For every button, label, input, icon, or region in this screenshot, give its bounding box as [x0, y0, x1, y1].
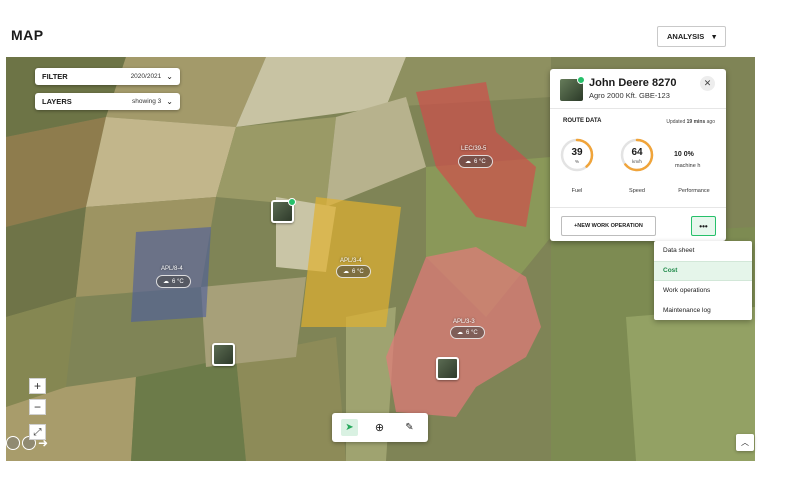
layers-label: LAYERS	[42, 97, 72, 106]
measure-tool-button[interactable]: ✎	[401, 419, 418, 436]
menu-item-work-operations[interactable]: Work operations	[654, 281, 752, 301]
vehicle-panel: John Deere 8270 Agro 2000 Kft. GBE-123 ✕…	[550, 69, 726, 241]
zoom-out-button[interactable]: −	[29, 399, 46, 415]
vehicle-thumbnail	[560, 76, 585, 101]
chevron-down-icon: ▾	[712, 32, 716, 41]
status-dot	[577, 76, 585, 84]
menu-item-cost[interactable]: Cost	[654, 260, 752, 281]
fuel-label: Fuel	[571, 188, 583, 194]
close-button[interactable]: ✕	[700, 76, 715, 91]
fuel-value: 39	[571, 147, 583, 158]
map-toolbar: ➤ ⊕ ✎	[332, 413, 428, 442]
thermometer-icon: ☁	[343, 269, 349, 275]
vehicle-marker[interactable]	[212, 343, 235, 366]
analysis-label: ANALYSIS	[667, 32, 705, 41]
performance-label: Performance	[678, 188, 710, 194]
updated-time: Updated 19 mins ago	[666, 119, 715, 125]
layers-dropdown[interactable]: LAYERS showing 3 ⌄	[35, 93, 180, 110]
divider	[550, 207, 726, 208]
menu-item-data-sheet[interactable]: Data sheet	[654, 241, 752, 261]
chevron-down-icon: ⌄	[166, 97, 173, 106]
page-title: MAP	[11, 27, 44, 43]
speed-unit: km/h	[632, 159, 642, 164]
fullscreen-button[interactable]: ⤢	[29, 424, 46, 440]
plus-circle-icon: ⊕	[374, 422, 385, 434]
fuel-gauge: 39 %	[560, 138, 594, 172]
field-temperature[interactable]: ☁ 6 °C	[336, 265, 371, 278]
select-tool-button[interactable]: ➤	[341, 419, 358, 436]
thermometer-icon: ☁	[457, 330, 463, 336]
zoom-in-button[interactable]: +	[29, 378, 46, 394]
menu-item-maintenance-log[interactable]: Maintenance log	[654, 300, 752, 320]
filter-value: 2020/2021	[130, 73, 162, 80]
fuel-unit: %	[574, 159, 579, 164]
thermometer-icon: ☁	[465, 159, 471, 165]
expand-icon: ⤢	[33, 426, 42, 438]
field-temperature[interactable]: ☁ 6 °C	[156, 275, 191, 288]
chevron-up-icon: ︿	[741, 438, 749, 447]
more-options-button[interactable]: •••	[691, 216, 716, 236]
field-label: LEC/39-5	[461, 146, 487, 152]
field-label: APL/3-4	[340, 258, 362, 264]
field-label: APL/8-4	[161, 266, 183, 272]
cursor-icon: ➤	[345, 422, 354, 433]
layers-value: showing 3	[132, 98, 162, 105]
thermometer-icon: ☁	[163, 279, 169, 285]
performance-unit: machine h	[675, 163, 701, 169]
speed-gauge: 64 km/h	[620, 138, 654, 172]
chevron-down-icon: ⌄	[166, 72, 173, 81]
vehicle-name: John Deere 8270	[589, 77, 677, 89]
filter-dropdown[interactable]: FILTER 2020/2021 ⌄	[35, 68, 180, 85]
vehicle-marker[interactable]	[271, 198, 296, 223]
vehicle-subtitle: Agro 2000 Kft. GBE-123	[589, 91, 670, 100]
field-temperature[interactable]: ☁ 6 °C	[458, 155, 493, 168]
status-dot	[288, 198, 296, 206]
add-tool-button[interactable]: ⊕	[371, 419, 388, 436]
layer-icon[interactable]	[6, 436, 20, 450]
new-work-operation-button[interactable]: +NEW WORK OPERATION	[561, 216, 656, 236]
ruler-icon: ✎	[405, 422, 414, 433]
field-temperature[interactable]: ☁ 6 °C	[450, 326, 485, 339]
route-data-title: ROUTE DATA	[563, 118, 602, 124]
speed-label: Speed	[629, 188, 645, 194]
performance-value: 10 0%	[674, 151, 694, 158]
chevron-up-button[interactable]: ︿	[736, 434, 754, 451]
vehicle-marker[interactable]	[436, 357, 459, 380]
divider	[550, 108, 726, 109]
filter-label: FILTER	[42, 72, 68, 81]
analysis-dropdown[interactable]: ANALYSIS ▾	[657, 26, 726, 47]
speed-value: 64	[631, 147, 643, 158]
options-menu: Data sheet Cost Work operations Maintena…	[654, 241, 752, 320]
field-label: APL/3-3	[453, 319, 475, 325]
